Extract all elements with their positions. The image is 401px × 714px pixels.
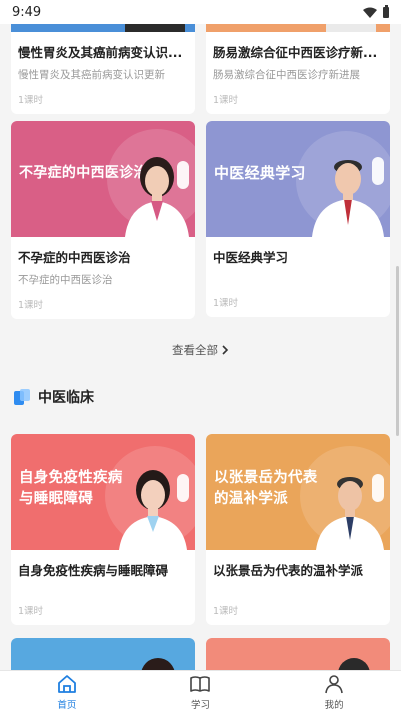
course-thumbnail (206, 638, 390, 670)
banner-line: 自身免疫性疾病 (19, 470, 123, 486)
section-header: 中医临床 (0, 376, 401, 418)
doctor-name-tag (177, 161, 189, 189)
section-icon (14, 389, 30, 405)
doctor-name-tag (177, 474, 189, 502)
course-thumbnail (206, 24, 390, 32)
tab-label: 学习 (190, 700, 210, 711)
course-lessons: 1课时 (213, 606, 239, 617)
course-lessons: 1课时 (18, 606, 44, 617)
course-title: 中医经典学习 (213, 250, 289, 265)
tab-profile[interactable]: 我的 (294, 674, 374, 711)
tab-label: 我的 (324, 700, 344, 711)
course-subtitle (206, 266, 390, 285)
course-subtitle: 肠易激综合征中西医诊疗新进展 (213, 69, 360, 81)
status-time: 9:49 (12, 4, 42, 20)
chevron-right-icon (222, 345, 229, 355)
course-subtitle: 慢性胃炎及其癌前病变认识更新 (18, 69, 165, 81)
scrollbar[interactable] (396, 266, 399, 436)
course-thumbnail (11, 24, 195, 32)
course-banner-text: 自身免疫性疾病 与睡眠障碍 (19, 468, 123, 510)
course-thumbnail: 以张景岳为代表 的温补学派 (206, 434, 390, 550)
view-all-button[interactable]: 查看全部 (0, 332, 401, 368)
tab-home[interactable]: 首页 (27, 674, 107, 711)
course-title: 肠易激综合征中西医诊疗新... (213, 45, 378, 60)
section-title: 中医临床 (38, 390, 94, 406)
course-card[interactable]: 不孕症的中西医诊治 不孕症的中西医诊治 不孕症的中西医诊治 1课时 (11, 121, 195, 319)
tab-study[interactable]: 学习 (160, 674, 240, 711)
course-card[interactable]: 自身免疫性疾病 与睡眠障碍 自身免疫性疾病与睡眠障碍 1课时 (11, 434, 195, 625)
course-thumbnail: 不孕症的中西医诊治 (11, 121, 195, 237)
tab-label: 首页 (57, 700, 77, 711)
course-card[interactable]: 中医经典学习 中医经典学习 1课时 (206, 121, 390, 317)
banner-line: 以张景岳为代表 (214, 470, 318, 486)
banner-line: 的温补学派 (214, 491, 288, 507)
course-card[interactable] (206, 638, 390, 670)
wifi-icon (363, 7, 377, 18)
battery-icon (383, 4, 389, 18)
course-title: 自身免疫性疾病与睡眠障碍 (18, 563, 169, 578)
doctor-portrait (125, 157, 189, 237)
course-subtitle: 不孕症的中西医诊治 (18, 274, 113, 286)
home-icon (57, 675, 76, 693)
course-title: 不孕症的中西医诊治 (18, 250, 131, 265)
course-lessons: 1课时 (18, 300, 44, 311)
course-lessons: 1课时 (213, 95, 239, 106)
course-card[interactable]: 肠易激综合征中西医诊疗新... 肠易激综合征中西医诊疗新进展 1课时 (206, 24, 390, 114)
course-card[interactable] (11, 638, 195, 670)
bottom-tab-bar: 首页 学习 我的 (0, 670, 401, 714)
doctor-name-tag (372, 157, 384, 185)
course-thumbnail: 自身免疫性疾病 与睡眠障碍 (11, 434, 195, 550)
doctor-name-tag (372, 474, 384, 502)
home-feed[interactable]: 慢性胃炎及其癌前病变认识... 慢性胃炎及其癌前病变认识更新 1课时 肠易激综合… (0, 24, 401, 670)
doctor-portrait (316, 477, 384, 550)
status-bar: 9:49 (0, 0, 401, 24)
course-title: 以张景岳为代表的温补学派 (213, 563, 364, 578)
course-card[interactable]: 以张景岳为代表 的温补学派 以张景岳为代表的温补学派 1课时 (206, 434, 390, 625)
course-lessons: 1课时 (213, 298, 239, 309)
course-card[interactable]: 慢性胃炎及其癌前病变认识... 慢性胃炎及其癌前病变认识更新 1课时 (11, 24, 195, 114)
doctor-portrait (312, 160, 384, 237)
book-icon (190, 676, 211, 692)
banner-line: 与睡眠障碍 (19, 491, 93, 507)
course-banner-text: 中医经典学习 (214, 164, 306, 182)
course-thumbnail (11, 638, 195, 670)
course-lessons: 1课时 (18, 95, 44, 106)
doctor-portrait (119, 470, 187, 550)
course-thumbnail: 中医经典学习 (206, 121, 390, 237)
view-all-label: 查看全部 (172, 343, 218, 357)
course-title: 慢性胃炎及其癌前病变认识... (18, 45, 183, 60)
course-banner-text: 以张景岳为代表 的温补学派 (214, 468, 318, 510)
profile-icon (325, 675, 343, 694)
